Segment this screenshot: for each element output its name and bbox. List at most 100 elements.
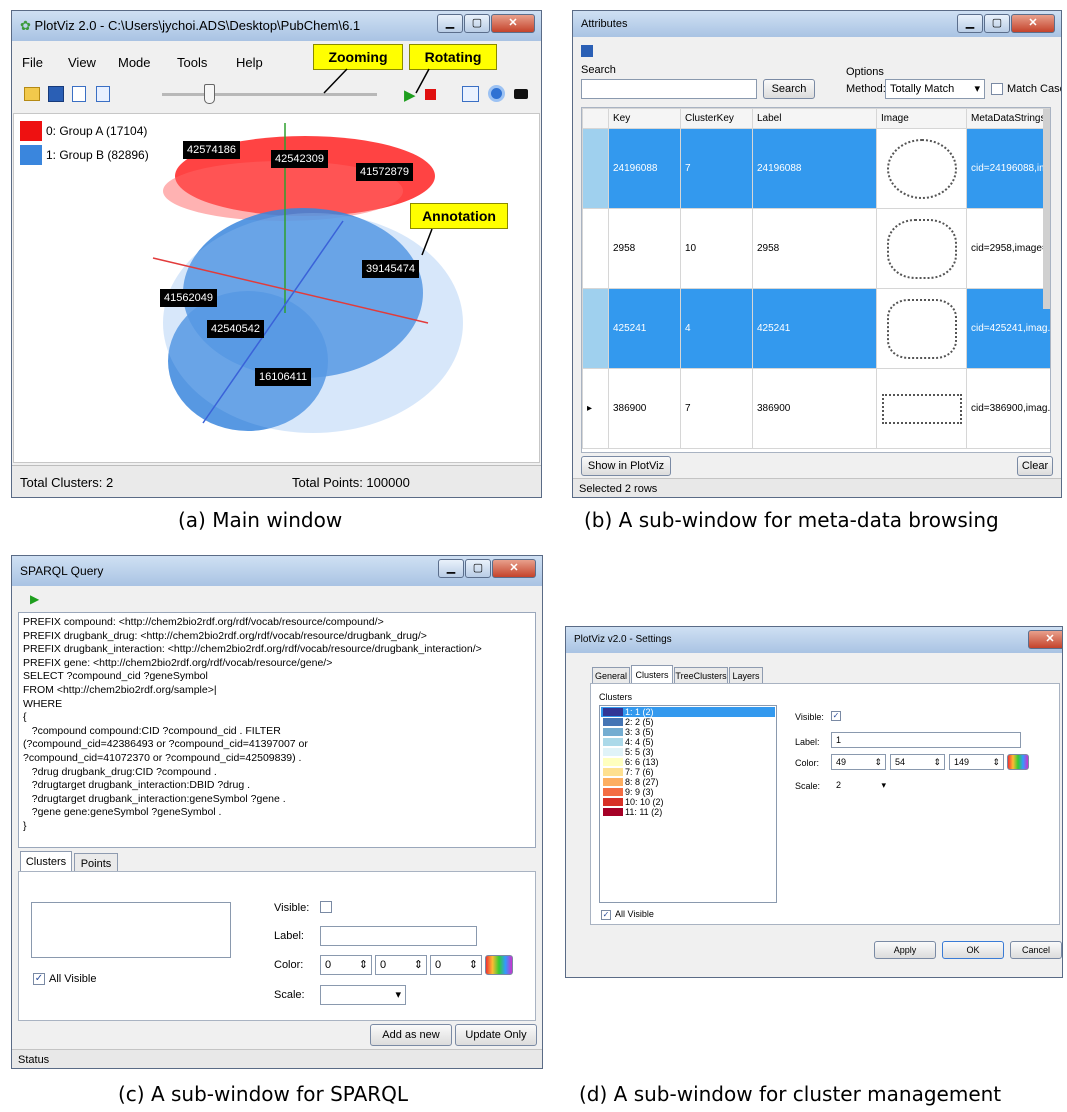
column-label[interactable]: Label xyxy=(752,108,877,129)
run-query-icon[interactable]: ▶ xyxy=(30,592,39,606)
visible-checkbox[interactable] xyxy=(320,901,332,913)
maximize-button[interactable]: ▢ xyxy=(465,559,491,578)
cell-clusterkey[interactable]: 7 xyxy=(680,128,753,209)
cell-clusterkey[interactable]: 4 xyxy=(680,288,753,369)
cell-label[interactable]: 2958 xyxy=(752,208,877,289)
match-case-checkbox[interactable] xyxy=(991,83,1003,95)
all-visible-checkbox[interactable]: ✓ xyxy=(601,910,611,920)
cancel-button[interactable]: Cancel xyxy=(1010,941,1062,959)
cluster-list[interactable] xyxy=(31,902,231,958)
row-header[interactable] xyxy=(582,208,609,289)
cluster-list-item[interactable]: 4: 4 (5) xyxy=(601,737,775,747)
apply-button[interactable]: Apply xyxy=(874,941,936,959)
cluster-list-item[interactable]: 6: 6 (13) xyxy=(601,757,775,767)
column-image[interactable]: Image xyxy=(876,108,967,129)
tab-clusters[interactable]: Clusters xyxy=(631,665,673,683)
cluster-list-item[interactable]: 9: 9 (3) xyxy=(601,787,775,797)
cluster-list-item[interactable]: 1: 1 (2) xyxy=(601,707,775,717)
cluster-list-item[interactable]: 5: 5 (3) xyxy=(601,747,775,757)
tab-treeclusters[interactable]: TreeClusters xyxy=(674,667,728,683)
row-header[interactable] xyxy=(582,288,609,369)
scale-select[interactable]: ▾ xyxy=(320,985,406,1005)
cell-metadata[interactable]: cid=2958,image=... xyxy=(966,208,1050,289)
tab-points[interactable]: Points xyxy=(74,853,118,871)
show-in-plotviz-button[interactable]: Show in PlotViz xyxy=(581,456,671,476)
ok-button[interactable]: OK xyxy=(942,941,1004,959)
cell-metadata[interactable]: cid=425241,imag... xyxy=(966,288,1050,369)
molecule-image xyxy=(886,298,957,359)
search-input[interactable] xyxy=(581,79,757,99)
label-label: Label: xyxy=(274,930,304,942)
table-row[interactable]: ▸ 386900 7 386900 cid=386900,imag... xyxy=(582,368,1050,449)
clear-button[interactable]: Clear xyxy=(1017,456,1053,476)
all-visible-checkbox[interactable]: ✓ xyxy=(33,973,45,985)
label-input[interactable]: 1 xyxy=(831,732,1021,748)
tab-general[interactable]: General xyxy=(592,667,630,683)
cell-metadata[interactable]: cid=386900,imag... xyxy=(966,368,1050,449)
cell-key[interactable]: 386900 xyxy=(608,368,681,449)
visible-checkbox[interactable]: ✓ xyxy=(831,711,841,721)
column-key[interactable]: Key xyxy=(608,108,681,129)
label-input[interactable] xyxy=(320,926,477,946)
tab-layers[interactable]: Layers xyxy=(729,667,763,683)
save-icon[interactable] xyxy=(581,45,593,57)
cluster-list-item[interactable]: 8: 8 (27) xyxy=(601,777,775,787)
close-button[interactable]: ✕ xyxy=(1028,630,1062,649)
color-b-stepper[interactable]: 0 ⇕ xyxy=(430,955,482,975)
cell-label[interactable]: 386900 xyxy=(752,368,877,449)
add-as-new-button[interactable]: Add as new xyxy=(370,1024,452,1046)
table-row[interactable]: 24196088 7 24196088 cid=24196088,im... xyxy=(582,128,1050,209)
maximize-button[interactable]: ▢ xyxy=(984,14,1010,33)
tab-clusters[interactable]: Clusters xyxy=(20,851,72,871)
color-g-stepper[interactable]: 54 ⇕ xyxy=(890,754,945,770)
row-header[interactable]: ▸ xyxy=(582,368,609,449)
cell-key[interactable]: 2958 xyxy=(608,208,681,289)
column-metadata[interactable]: MetaDataStrings xyxy=(966,108,1050,129)
table-row[interactable]: 425241 4 425241 cid=425241,imag... xyxy=(582,288,1050,369)
search-button[interactable]: Search xyxy=(763,79,815,99)
color-r-stepper[interactable]: 49 ⇕ xyxy=(831,754,886,770)
cell-image[interactable] xyxy=(876,368,967,449)
cell-image[interactable] xyxy=(876,128,967,209)
window-controls: ▁ ▢ ✕ xyxy=(956,14,1055,33)
color-picker-button[interactable] xyxy=(485,955,513,975)
color-b-stepper[interactable]: 149 ⇕ xyxy=(949,754,1004,770)
close-button[interactable]: ✕ xyxy=(1011,14,1055,33)
row-header-corner xyxy=(582,108,609,129)
cell-metadata[interactable]: cid=24196088,im... xyxy=(966,128,1050,209)
update-only-button[interactable]: Update Only xyxy=(455,1024,537,1046)
query-editor[interactable]: PREFIX compound: <http://chem2bio2rdf.or… xyxy=(18,612,536,848)
grid-scrollbar[interactable] xyxy=(1043,109,1050,309)
minimize-button[interactable]: ▁ xyxy=(438,559,464,578)
cluster-list[interactable]: 1: 1 (2) 2: 2 (5) 3: 3 (5) 4: 4 (5) 5: 5… xyxy=(599,705,777,903)
cell-image[interactable] xyxy=(876,288,967,369)
color-picker-button[interactable] xyxy=(1007,754,1029,770)
cell-label[interactable]: 24196088 xyxy=(752,128,877,209)
cluster-list-item[interactable]: 2: 2 (5) xyxy=(601,717,775,727)
cell-image[interactable] xyxy=(876,208,967,289)
window-controls: ▁ ▢ ✕ xyxy=(437,559,536,578)
cluster-list-item[interactable]: 10: 10 (2) xyxy=(601,797,775,807)
minimize-button[interactable]: ▁ xyxy=(957,14,983,33)
cluster-swatch xyxy=(603,748,623,756)
cell-clusterkey[interactable]: 10 xyxy=(680,208,753,289)
table-row[interactable]: 2958 10 2958 cid=2958,image=... xyxy=(582,208,1050,289)
cell-label[interactable]: 425241 xyxy=(752,288,877,369)
scale-select[interactable]: 2 ▾ xyxy=(831,777,891,793)
cluster-swatch xyxy=(603,708,623,716)
cluster-list-item[interactable]: 7: 7 (6) xyxy=(601,767,775,777)
cell-key[interactable]: 24196088 xyxy=(608,128,681,209)
cell-clusterkey[interactable]: 7 xyxy=(680,368,753,449)
row-header[interactable] xyxy=(582,128,609,209)
cluster-list-item[interactable]: 3: 3 (5) xyxy=(601,727,775,737)
column-clusterkey[interactable]: ClusterKey xyxy=(680,108,753,129)
close-button[interactable]: ✕ xyxy=(492,559,536,578)
color-g-stepper[interactable]: 0 ⇕ xyxy=(375,955,427,975)
method-select[interactable]: Totally Match ▾ xyxy=(885,79,985,99)
color-r-stepper[interactable]: 0 ⇕ xyxy=(320,955,372,975)
cell-key[interactable]: 425241 xyxy=(608,288,681,369)
cluster-swatch xyxy=(603,718,623,726)
match-case-label: Match Case xyxy=(1007,83,1062,95)
cluster-list-item[interactable]: 11: 11 (2) xyxy=(601,807,775,817)
window-title: PlotViz v2.0 - Settings xyxy=(574,634,672,645)
